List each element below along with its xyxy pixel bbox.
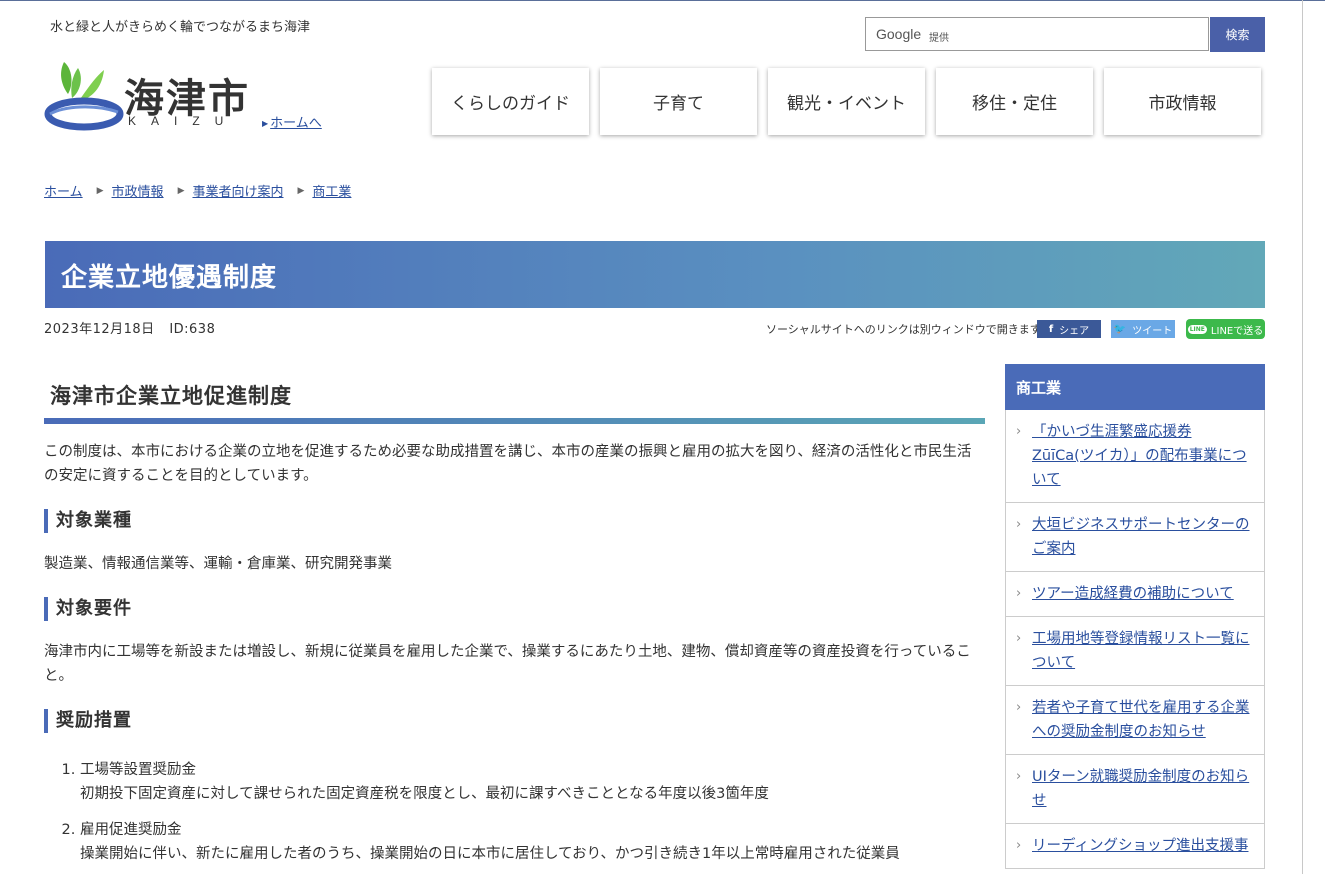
- social-note: ソーシャルサイトへのリンクは別ウィンドウで開きます: [766, 323, 1041, 336]
- global-nav: くらしのガイド 子育て 観光・イベント 移住・定住 市政情報: [432, 68, 1261, 135]
- facebook-share-label: シェア: [1059, 325, 1090, 337]
- nav-item-living-guide[interactable]: くらしのガイド: [432, 68, 589, 135]
- nav-item-childcare[interactable]: 子育て: [600, 68, 757, 135]
- sidebar-item: › ツアー造成経費の補助について: [1005, 572, 1265, 617]
- sidebar-link-ui-turn[interactable]: UIターン就職奨励金制度のお知らせ: [1032, 769, 1249, 809]
- breadcrumb-separator-icon: ▶: [96, 185, 104, 196]
- sidebar-item: › 若者や子育て世代を雇用する企業への奨励金制度のお知らせ: [1005, 686, 1265, 755]
- section-title-requirements: 対象要件: [44, 597, 985, 621]
- breadcrumb-separator-icon: ▶: [177, 185, 185, 196]
- top-border: [0, 0, 1325, 1]
- list-item-desc: 初期投下固定資産に対して課せられた固定資産税を限度とし、最初に課すべきこととなる…: [80, 786, 769, 802]
- facebook-icon: f: [1048, 323, 1054, 335]
- section-heading-block: 海津市企業立地促進制度: [44, 372, 985, 424]
- sidebar-link-leading-shop[interactable]: リーディングショップ進出支援事: [1032, 838, 1248, 854]
- line-icon: LINE: [1187, 324, 1207, 334]
- page-title: 企業立地優遇制度: [61, 263, 278, 293]
- page-title-banner: 企業立地優遇制度: [45, 241, 1265, 308]
- breadcrumb-business[interactable]: 事業者向け案内: [192, 181, 283, 200]
- site-logo[interactable]: 海津市 KAIZU: [44, 58, 254, 133]
- industries-text: 製造業、情報通信業等、運輸・倉庫業、研究開発事業: [44, 556, 392, 572]
- chevron-right-icon: ›: [1016, 424, 1022, 439]
- list-item-desc: 操業開始に伴い、新たに雇用した者のうち、操業開始の日に本市に居住しており、かつ引…: [80, 846, 900, 862]
- section-title-industries: 対象業種: [44, 509, 985, 533]
- search-input[interactable]: Google 提供: [865, 17, 1209, 51]
- incentives-list: 工場等設置奨励金 初期投下固定資産に対して課せられた固定資産税を限度とし、最初に…: [44, 758, 985, 866]
- line-share-button[interactable]: LINE LINEで送る: [1186, 319, 1265, 339]
- google-logo: Google: [876, 26, 922, 42]
- heading-underline: [44, 418, 985, 424]
- sidebar: 商工業 › 「かいづ生涯繁盛応援券ZūīCa(ツイカ）」の配布事業について › 大垣…: [1005, 364, 1265, 869]
- chevron-right-icon: ›: [1016, 838, 1022, 853]
- line-share-label: LINEで送る: [1210, 325, 1264, 337]
- page-id: ID:638: [169, 322, 216, 337]
- sidebar-item: › リーディングショップ進出支援事: [1005, 824, 1265, 869]
- facebook-share-button[interactable]: f シェア: [1037, 320, 1101, 338]
- main-content: 海津市企業立地促進制度 この制度は、本市における企業の立地を促進するため必要な助…: [44, 372, 985, 878]
- logo-subtext: KAIZU: [128, 114, 239, 128]
- twitter-icon: 🐦: [1113, 323, 1127, 335]
- sidebar-item: › 「かいづ生涯繁盛応援券ZūīCa(ツイカ）」の配布事業について: [1005, 410, 1265, 503]
- breadcrumb-city-info[interactable]: 市政情報: [112, 181, 164, 200]
- list-item-title: 工場等設置奨励金: [80, 762, 196, 778]
- chevron-right-icon: ›: [1016, 517, 1022, 532]
- sidebar-link-factory-land[interactable]: 工場用地等登録情報リスト一覧について: [1032, 631, 1250, 671]
- twitter-share-button[interactable]: 🐦 ツイート: [1111, 320, 1175, 338]
- search-button[interactable]: 検索: [1210, 17, 1265, 52]
- page-meta: 2023年12月18日 ID:638: [44, 318, 225, 337]
- triangle-right-icon: ▶: [262, 119, 269, 128]
- list-item-title: 雇用促進奨励金: [80, 822, 182, 838]
- chevron-right-icon: ›: [1016, 631, 1022, 646]
- home-link[interactable]: ▶ ホームへ: [262, 112, 322, 131]
- chevron-right-icon: ›: [1016, 700, 1022, 715]
- scrollbar-edge: [1302, 0, 1303, 874]
- intro-text: この制度は、本市における企業の立地を促進するため必要な助成措置を講じ、本市の産業…: [44, 444, 972, 484]
- google-provided-label: 提供: [929, 33, 949, 44]
- page-date: 2023年12月18日: [44, 322, 155, 337]
- sidebar-item: › 大垣ビジネスサポートセンターのご案内: [1005, 503, 1265, 572]
- sidebar-item: › UIターン就職奨励金制度のお知らせ: [1005, 755, 1265, 824]
- sidebar-item: › 工場用地等登録情報リスト一覧について: [1005, 617, 1265, 686]
- section-title-incentives: 奨励措置: [44, 709, 985, 733]
- site-tagline: 水と緑と人がきらめく輪でつながるまち海津: [50, 20, 311, 35]
- section-heading: 海津市企業立地促進制度: [50, 384, 292, 408]
- nav-item-city-info[interactable]: 市政情報: [1104, 68, 1261, 135]
- breadcrumb-commerce[interactable]: 商工業: [312, 181, 351, 200]
- breadcrumb-separator-icon: ▶: [297, 185, 305, 196]
- nav-item-relocation[interactable]: 移住・定住: [936, 68, 1093, 135]
- chevron-right-icon: ›: [1016, 586, 1022, 601]
- home-link-label: ホームへ: [270, 116, 322, 131]
- list-item: 雇用促進奨励金 操業開始に伴い、新たに雇用した者のうち、操業開始の日に本市に居住…: [80, 818, 985, 866]
- chevron-right-icon: ›: [1016, 769, 1022, 784]
- breadcrumb: ホーム ▶ 市政情報 ▶ 事業者向け案内 ▶ 商工業: [44, 181, 351, 200]
- sidebar-link-youth-employment[interactable]: 若者や子育て世代を雇用する企業への奨励金制度のお知らせ: [1032, 700, 1250, 740]
- sidebar-title: 商工業: [1005, 364, 1265, 410]
- sidebar-link-zuica[interactable]: 「かいづ生涯繁盛応援券ZūīCa(ツイカ）」の配布事業について: [1032, 424, 1247, 488]
- sidebar-link-tour-subsidy[interactable]: ツアー造成経費の補助について: [1032, 586, 1234, 602]
- sidebar-link-business-support[interactable]: 大垣ビジネスサポートセンターのご案内: [1032, 517, 1250, 557]
- twitter-share-label: ツイート: [1132, 325, 1173, 337]
- kaizu-logo-icon: [44, 62, 124, 131]
- nav-item-tourism-events[interactable]: 観光・イベント: [768, 68, 925, 135]
- breadcrumb-home[interactable]: ホーム: [44, 181, 83, 200]
- requirements-text: 海津市内に工場等を新設または増設し、新規に従業員を雇用した企業で、操業するにあた…: [44, 644, 971, 684]
- list-item: 工場等設置奨励金 初期投下固定資産に対して課せられた固定資産税を限度とし、最初に…: [80, 758, 985, 806]
